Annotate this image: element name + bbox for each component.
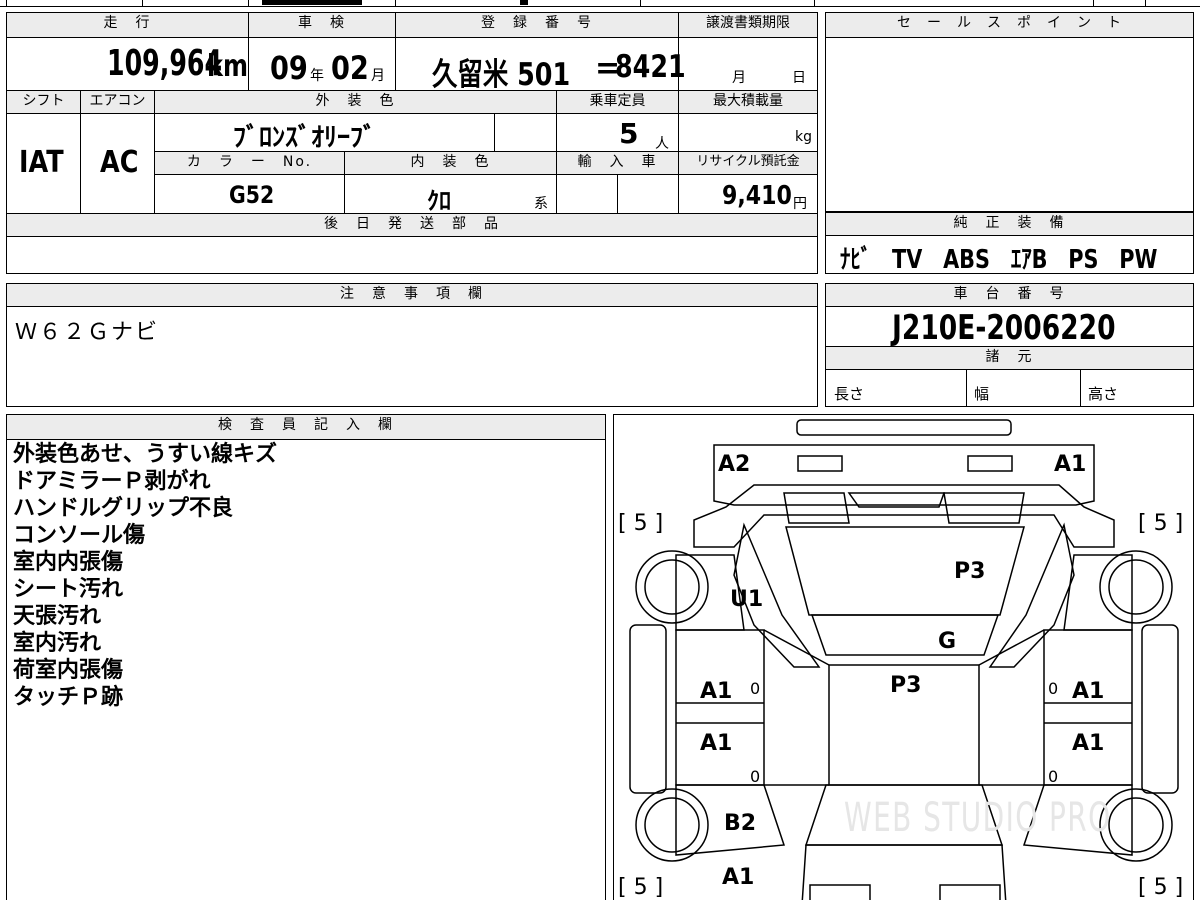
vehicle-info-table: 走 行 車 検 登 録 番 号 譲渡書類期限 109,964 km 09 年 0… [6, 12, 818, 274]
spec-header: 諸 元 [826, 347, 1193, 369]
capacity-header: 乗車定員 [557, 91, 678, 113]
damage-label-front-fender-left: U1 [730, 587, 764, 612]
inspection-month: 02 [331, 49, 369, 87]
watermark: WEB STUDIO PRO [844, 795, 1112, 841]
spec-height: 高さ [1088, 385, 1119, 403]
zero-mark: 0 [1048, 679, 1059, 698]
color-no-value: G52 [229, 181, 275, 209]
capacity-value: 5 [619, 117, 639, 150]
registration-value: 久留米 501 [432, 57, 571, 93]
damage-label-rear-left: A1 [722, 865, 755, 890]
equipment-header: 純 正 装 備 [826, 213, 1193, 235]
notes-header: 注 意 事 項 欄 [7, 284, 817, 306]
ac-header: エアコン [81, 91, 154, 113]
recycle-header: リサイクル預託金 [679, 152, 817, 174]
max-load-unit: kg [795, 129, 812, 145]
transfer-day: 日 [792, 70, 806, 86]
zero-mark: 0 [1048, 767, 1059, 786]
later-parts-header: 後 日 発 送 部 品 [7, 214, 817, 236]
inspection-year: 09 [270, 49, 308, 87]
damage-label-windshield: G [938, 629, 957, 654]
tire-tread-rear-right: [ 5 ] [1138, 875, 1184, 900]
mileage-header: 走 行 [7, 13, 248, 37]
inspector-line: ハンドルグリップ不良 [13, 496, 234, 521]
mileage-unit: km [207, 49, 248, 84]
inspector-lines: 外装色あせ、うすい線キズ ドアミラーＰ剥がれ ハンドルグリップ不良 コンソール傷… [13, 441, 277, 711]
damage-label-roof: P3 [890, 673, 922, 698]
car-diagram: A2 A1 P3 U1 G P3 A1 A1 A1 A1 B2 A1 [ 5 ]… [613, 414, 1194, 900]
color-no-header: カ ラ ー No. [155, 152, 344, 174]
capacity-unit: 人 [655, 136, 669, 152]
chassis-box: 車 台 番 号 J210E-2006220 諸 元 長さ 幅 高さ [825, 283, 1194, 407]
inspector-line: コンソール傷 [13, 523, 146, 548]
sales-point-header: セ ー ル ス ポ イ ン ト [826, 13, 1193, 37]
inspector-line: 天張汚れ [13, 604, 102, 629]
max-load-header: 最大積載量 [679, 91, 817, 113]
damage-label-rear-door-right: A1 [1072, 731, 1105, 756]
sales-point-box: セ ー ル ス ポ イ ン ト [825, 12, 1194, 212]
inspector-line: 荷室内張傷 [13, 658, 124, 683]
recycle-unit: 円 [793, 196, 807, 212]
inspector-line: 外装色あせ、うすい線キズ [13, 442, 278, 467]
notes-box: 注 意 事 項 欄 Ｗ６２Ｇナビ [6, 283, 818, 407]
shift-value: IAT [19, 145, 64, 180]
shift-header: シフト [7, 91, 80, 113]
transfer-header: 譲渡書類期限 [679, 13, 817, 37]
zero-mark: 0 [750, 767, 761, 786]
chassis-header: 車 台 番 号 [826, 284, 1193, 306]
tire-tread-front-left: [ 5 ] [618, 511, 664, 536]
equipment-items: ﾅﾋﾞ TV ABS ｴｱB PS PW [840, 245, 1158, 275]
spec-width: 幅 [974, 385, 990, 403]
notes-text: Ｗ６２Ｇナビ [15, 320, 160, 345]
inspection-header: 車 検 [249, 13, 395, 37]
top-cut-row [0, 0, 1200, 7]
inspector-line: 室内汚れ [13, 631, 102, 656]
import-header: 輸 入 車 [557, 152, 678, 174]
recycle-value: 9,410 [722, 181, 792, 211]
inspector-line: タッチＰ跡 [13, 685, 124, 710]
inspector-line: シート汚れ [13, 577, 124, 602]
ac-value: AC [100, 145, 139, 180]
interior-unit: 系 [534, 196, 548, 212]
damage-label-rear-door-left: A1 [700, 731, 733, 756]
damage-label-hood: P3 [954, 559, 986, 584]
inspector-line: 室内内張傷 [13, 550, 124, 575]
inspector-line: ドアミラーＰ剥がれ [13, 469, 211, 494]
damage-label-front-left: A2 [718, 452, 751, 477]
tire-tread-front-right: [ 5 ] [1138, 511, 1184, 536]
exterior-value: ﾌﾞﾛﾝｽﾞｵﾘｰﾌﾞ [233, 123, 377, 153]
inspection-month-unit: 月 [371, 68, 385, 84]
equipment-box: 純 正 装 備 ﾅﾋﾞ TV ABS ｴｱB PS PW [825, 212, 1194, 275]
damage-label-front-door-right: A1 [1072, 679, 1105, 704]
registration-number: 8421 [615, 49, 686, 85]
damage-label-front-door-left: A1 [700, 679, 733, 704]
exterior-header: 外 装 色 [155, 91, 556, 113]
inspection-year-unit: 年 [310, 68, 324, 84]
chassis-number: J210E-2006220 [892, 308, 1116, 348]
inspector-box: 検 査 員 記 入 欄 外装色あせ、うすい線キズ ドアミラーＰ剥がれ ハンドルグ… [6, 414, 606, 900]
inspector-header: 検 査 員 記 入 欄 [7, 415, 605, 439]
spec-length: 長さ [834, 385, 865, 403]
zero-mark: 0 [750, 679, 761, 698]
damage-label-rear-fender-left: B2 [724, 811, 757, 836]
interior-header: 内 装 色 [345, 152, 556, 174]
tire-tread-rear-left: [ 5 ] [618, 875, 664, 900]
damage-label-front-right: A1 [1054, 452, 1087, 477]
interior-value: ｸﾛ [427, 187, 451, 215]
registration-header: 登 録 番 号 [396, 13, 678, 37]
transfer-month: 月 [732, 70, 746, 86]
